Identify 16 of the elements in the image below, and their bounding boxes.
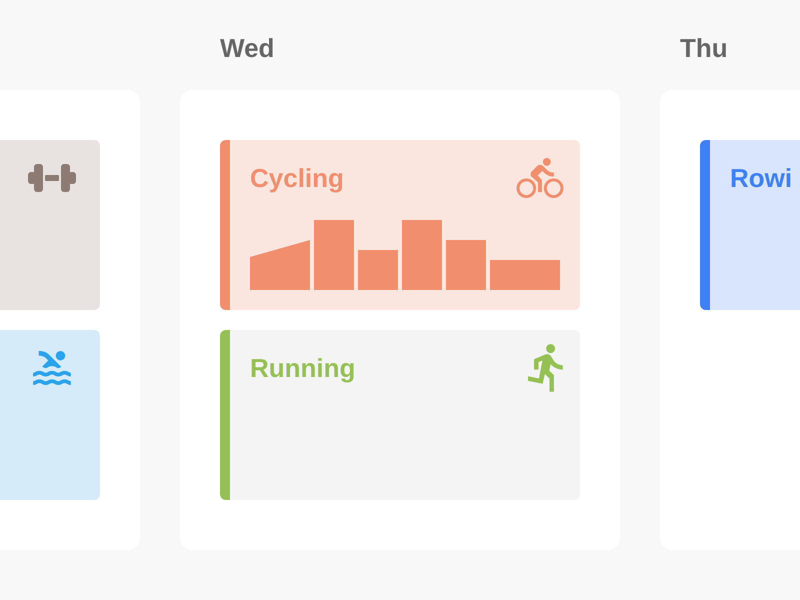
chart-bar [314,220,354,290]
workout-title: Cycling [250,162,344,194]
day-label: Thu [680,32,728,64]
chart-bar [358,250,398,290]
workout-card[interactable]: Rowi [700,140,800,310]
workout-card[interactable]: Running [220,330,580,500]
chart-bar [446,240,486,290]
workout-title: Running [250,352,356,384]
workout-title: Rowi [730,162,792,194]
chart-bar [402,220,442,290]
workout-card[interactable] [0,140,100,310]
chart-bar [250,240,310,290]
workout-card[interactable]: Cycling [220,140,580,310]
chart-bar [490,260,560,290]
day-label: Wed [220,32,274,64]
workout-card[interactable] [0,330,100,500]
